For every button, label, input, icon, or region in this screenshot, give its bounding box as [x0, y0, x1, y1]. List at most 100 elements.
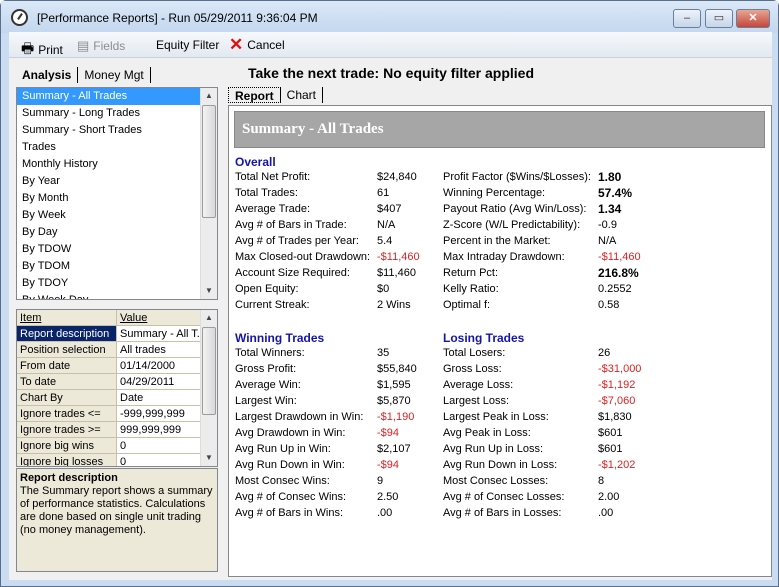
tab-money-mgt[interactable]: Money Mgt: [78, 67, 151, 83]
property-name: Ignore trades <=: [17, 406, 117, 421]
stat-label: Total Net Profit:: [235, 171, 311, 183]
report-list-item[interactable]: By TDOM: [17, 258, 201, 275]
stat-label: Total Losers:: [443, 347, 506, 359]
property-value[interactable]: 999,999,999: [117, 422, 202, 437]
property-grid-scrollbar[interactable]: ▲ ▼: [200, 310, 217, 466]
report-panel: Summary - All Trades Overall Winning Tra…: [228, 105, 772, 577]
stat-value: 2.50: [377, 491, 399, 503]
property-name: Ignore big wins: [17, 438, 117, 453]
report-list-scrollbar[interactable]: ▲ ▼: [200, 88, 217, 299]
property-value[interactable]: 0: [117, 454, 202, 466]
fields-button[interactable]: ▤ Fields: [77, 38, 125, 54]
property-row[interactable]: To date 04/29/2011: [17, 374, 217, 390]
scroll-thumb[interactable]: [202, 105, 216, 218]
report-list-item[interactable]: Summary - Long Trades: [17, 105, 201, 122]
stat-value: 2 Wins: [377, 299, 411, 311]
property-value[interactable]: Value: [117, 310, 202, 325]
report-list-item[interactable]: By Month: [17, 190, 201, 207]
stat-value: $24,840: [377, 171, 417, 183]
scroll-thumb[interactable]: [202, 327, 216, 415]
stat-value: -$7,060: [598, 395, 636, 407]
report-list-item[interactable]: By Week: [17, 207, 201, 224]
cancel-button[interactable]: ✕ Cancel: [229, 36, 285, 53]
property-value[interactable]: All trades: [117, 342, 202, 357]
report-list[interactable]: Summary - All Trades Summary - Long Trade…: [16, 87, 218, 300]
stat-value: .00: [377, 507, 393, 519]
tab-report[interactable]: Report: [228, 87, 281, 103]
report-list-item[interactable]: By TDOY: [17, 275, 201, 292]
property-grid-header[interactable]: Item Value: [17, 310, 217, 326]
stat-label: Total Winners:: [235, 347, 305, 359]
stat-label: Return Pct:: [443, 267, 499, 279]
title-bar: [Performance Reports] - Run 05/29/2011 9…: [1, 1, 778, 33]
stat-value: $601: [598, 427, 623, 439]
report-list-item[interactable]: Summary - Short Trades: [17, 122, 201, 139]
stat-label: Avg Run Down in Win:: [235, 459, 345, 471]
property-row[interactable]: Ignore big losses 0: [17, 454, 217, 466]
fields-label: Fields: [93, 39, 126, 53]
property-row[interactable]: Ignore trades >= 999,999,999: [17, 422, 217, 438]
property-row[interactable]: From date 01/14/2000: [17, 358, 217, 374]
stat-value: 8: [598, 475, 605, 487]
equity-filter-button[interactable]: Equity Filter: [156, 38, 219, 52]
scroll-down-arrow-icon[interactable]: ▼: [201, 283, 217, 299]
scroll-up-arrow-icon[interactable]: ▲: [201, 310, 217, 326]
report-list-item[interactable]: Monthly History: [17, 156, 201, 173]
stat-label: Optimal f:: [443, 299, 491, 311]
report-list-item[interactable]: By Year: [17, 173, 201, 190]
property-value[interactable]: 04/29/2011: [117, 374, 202, 389]
window: [Performance Reports] - Run 05/29/2011 9…: [0, 0, 779, 587]
description-text: The Summary report shows a summary of pe…: [20, 485, 213, 536]
close-button[interactable]: ✕: [736, 9, 770, 28]
stat-value: 9: [377, 475, 384, 487]
scroll-up-arrow-icon[interactable]: ▲: [201, 88, 217, 104]
section-losing-trades: Losing Trades: [443, 331, 525, 345]
stat-value: 5.4: [377, 235, 393, 247]
property-row[interactable]: Position selection All trades: [17, 342, 217, 358]
client-area: 🖶 Print ▤ Fields Equity Filter ✕ Cancel Ana…: [9, 32, 772, 580]
report-title: Summary - All Trades: [234, 111, 765, 148]
report-list-item[interactable]: Trades: [17, 139, 201, 156]
property-value[interactable]: -999,999,999: [117, 406, 202, 421]
property-value[interactable]: 0: [117, 438, 202, 453]
property-row[interactable]: Ignore trades <= -999,999,999: [17, 406, 217, 422]
stat-value: -$11,460: [377, 251, 420, 263]
stat-label: Current Streak:: [235, 299, 310, 311]
scroll-down-arrow-icon[interactable]: ▼: [201, 450, 217, 466]
stat-label: Max Closed-out Drawdown:: [235, 251, 371, 263]
report-list-item[interactable]: By TDOW: [17, 241, 201, 258]
fields-icon: ▤: [77, 38, 90, 53]
property-row[interactable]: Ignore big wins 0: [17, 438, 217, 454]
stat-label: Largest Drawdown in Win:: [235, 411, 364, 423]
property-name: Ignore big losses: [17, 454, 117, 466]
stat-label: Kelly Ratio:: [443, 283, 499, 295]
stat-label: Avg # of Bars in Wins:: [235, 507, 344, 519]
stat-label: Largest Loss:: [443, 395, 510, 407]
print-button[interactable]: 🖶 Print: [21, 38, 63, 62]
property-row[interactable]: Report description Summary - All T...: [17, 326, 217, 342]
report-list-item[interactable]: By Week Day: [17, 292, 201, 299]
stat-value: $55,840: [377, 363, 417, 375]
left-tabs: Analysis Money Mgt: [16, 67, 151, 83]
minimize-button[interactable]: –: [673, 9, 701, 28]
property-row[interactable]: Chart By Date: [17, 390, 217, 406]
stat-label: Avg # of Trades per Year:: [235, 235, 359, 247]
report-list-item[interactable]: By Day: [17, 224, 201, 241]
stat-value: 1.80: [598, 170, 622, 184]
stat-value: 0.58: [598, 299, 620, 311]
stat-value: $0: [377, 283, 390, 295]
stat-value: $407: [377, 203, 402, 215]
property-value[interactable]: Date: [117, 390, 202, 405]
stat-label: Payout Ratio (Avg Win/Loss):: [443, 203, 587, 215]
stat-label: Avg # of Consec Losses:: [443, 491, 565, 503]
property-value[interactable]: Summary - All T...: [117, 326, 202, 341]
maximize-button[interactable]: ▭: [705, 9, 733, 28]
tab-chart[interactable]: Chart: [281, 87, 324, 103]
report-list-item[interactable]: Summary - All Trades: [17, 88, 201, 105]
property-name: To date: [17, 374, 117, 389]
stat-value: -$1,202: [598, 459, 636, 471]
property-value[interactable]: 01/14/2000: [117, 358, 202, 373]
tab-analysis[interactable]: Analysis: [16, 67, 79, 83]
stat-label: Profit Factor ($Wins/$Losses):: [443, 171, 591, 183]
property-grid[interactable]: Item Value Report description Summary - All…: [16, 309, 218, 467]
